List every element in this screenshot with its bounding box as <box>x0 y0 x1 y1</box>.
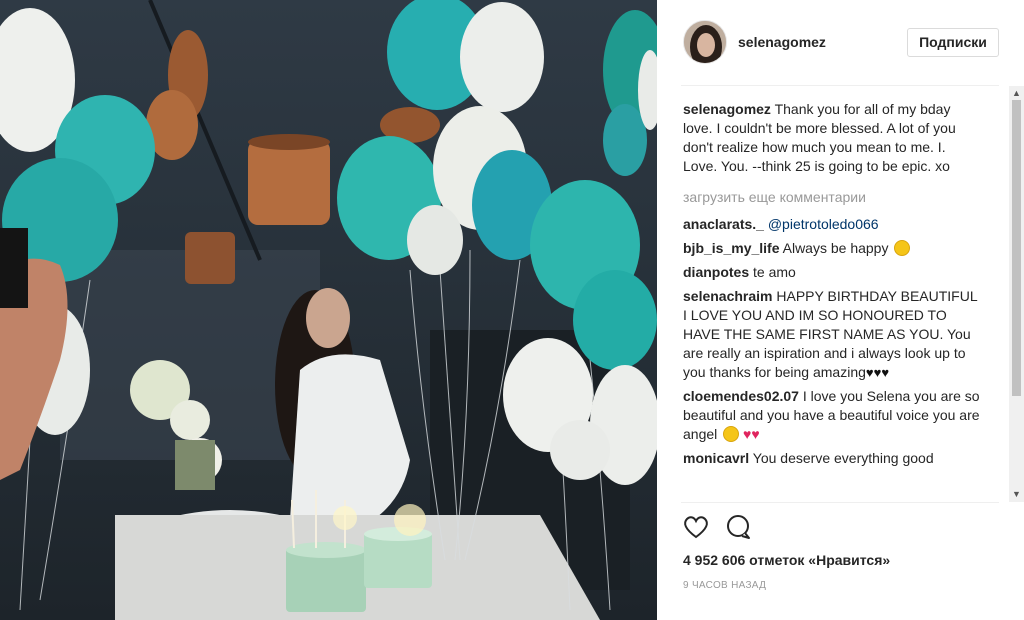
comment-item: dianpotes te amo <box>683 263 983 282</box>
likes-count[interactable]: 4 952 606 отметок «Нравится» <box>683 552 890 568</box>
comment-username[interactable]: dianpotes <box>683 264 749 280</box>
comments-scrollbar[interactable]: ▲ ▼ <box>1009 86 1024 502</box>
scrollbar-thumb[interactable] <box>1012 100 1021 396</box>
comment-username[interactable]: cloemendes02.07 <box>683 388 799 404</box>
comment-username[interactable]: monicavrl <box>683 450 749 466</box>
comment-item: selenachraim HAPPY BIRTHDAY BEAUTIFUL I … <box>683 287 983 382</box>
speech-bubble-icon[interactable] <box>723 512 753 542</box>
post-timestamp[interactable]: 9 ЧАСОВ НАЗАД <box>683 580 766 591</box>
scroll-up-arrow-icon[interactable]: ▲ <box>1012 89 1021 98</box>
comment-item: anaclarats._ @pietrotoledo066 <box>683 215 983 234</box>
comment-text: te amo <box>753 264 796 280</box>
post-photo[interactable] <box>0 0 657 620</box>
heart-outline-icon[interactable] <box>681 512 711 542</box>
comment-text: You deserve everything good <box>752 450 934 466</box>
smile-emoji-icon <box>894 240 911 256</box>
comments-list: selenagomez Thank you for all of my bday… <box>683 100 983 500</box>
sparkle-heart-emoji-icon: ♥ <box>751 426 760 442</box>
load-more-comments-link[interactable]: загрузить еще комментарии <box>683 188 983 207</box>
caption-username[interactable]: selenagomez <box>683 101 771 117</box>
comment-text: Always be happy <box>782 240 889 256</box>
actions-divider <box>681 502 999 503</box>
header-divider <box>681 85 999 86</box>
smile-emoji-icon <box>723 426 740 442</box>
post-details-panel: selenagomez Подписки selenagomez Thank y… <box>657 0 1024 620</box>
photo-illustration <box>0 0 657 620</box>
comment-item: cloemendes02.07 I love you Selena you ar… <box>683 387 983 444</box>
comment-item: monicavrl You deserve everything good <box>683 449 983 468</box>
post-caption: selenagomez Thank you for all of my bday… <box>683 100 983 176</box>
post-username[interactable]: selenagomez <box>738 34 826 50</box>
follow-button[interactable]: Подписки <box>907 28 999 57</box>
post-header: selenagomez Подписки <box>657 0 1024 86</box>
comment-text[interactable]: @pietrotoledo066 <box>768 216 879 232</box>
comment-item: bjb_is_my_life Always be happy <box>683 239 983 258</box>
black-heart-emoji-icon: ♥♥♥ <box>865 365 890 380</box>
scroll-down-arrow-icon[interactable]: ▼ <box>1012 490 1021 499</box>
comment-username[interactable]: bjb_is_my_life <box>683 240 780 256</box>
comment-username[interactable]: anaclarats._ <box>683 216 764 232</box>
comment-username[interactable]: selenachraim <box>683 288 773 304</box>
avatar[interactable] <box>683 20 727 64</box>
